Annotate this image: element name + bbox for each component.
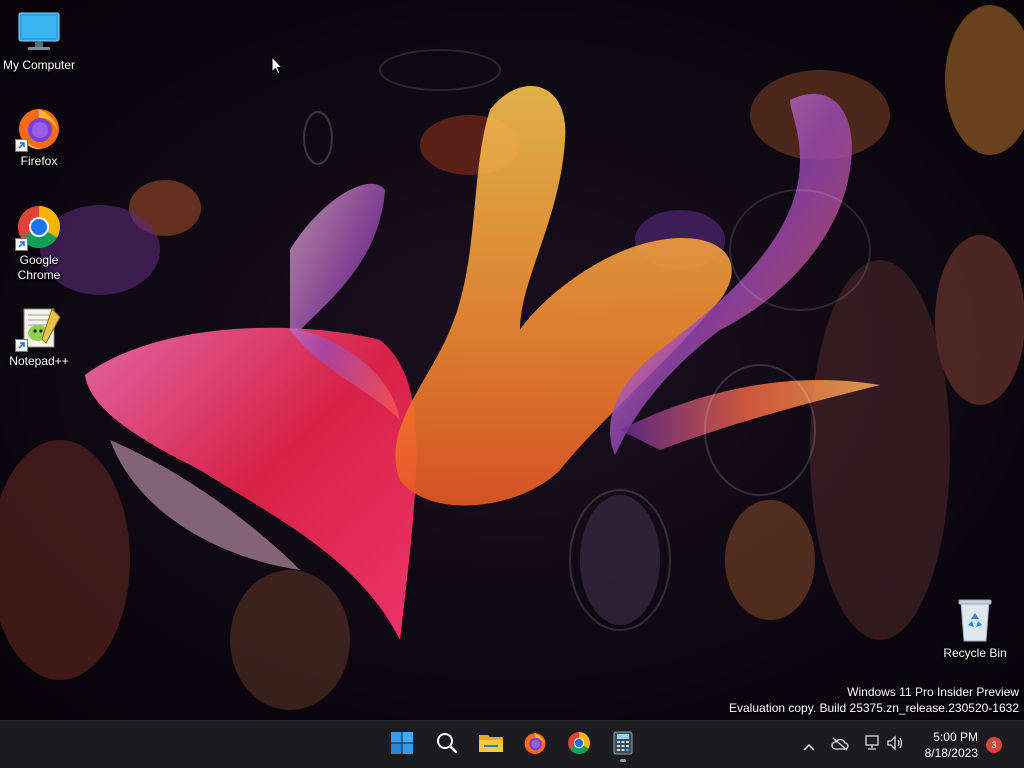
firefox-icon [523,731,547,759]
desktop-wallpaper [0,0,1024,720]
chrome-icon [567,731,591,759]
computer-icon [15,8,63,56]
taskbar: 5:00 PM 8/18/2023 3 [0,720,1024,768]
desktop-icon-recycle-bin[interactable]: Recycle Bin [937,596,1013,661]
taskbar-firefox-button[interactable] [515,725,555,765]
volume-button[interactable] [884,733,906,757]
desktop-icon-firefox[interactable]: Firefox [1,104,77,169]
shortcut-arrow-icon [15,238,28,251]
desktop-icon-notepadpp[interactable]: Notepad++ [1,304,77,369]
clock-button[interactable]: 5:00 PM 8/18/2023 [925,729,978,761]
desktop-icon-my-computer[interactable]: My Computer [1,8,77,73]
desktop-icon-google-chrome[interactable]: Google Chrome [1,203,77,283]
folder-icon [478,732,504,758]
taskbar-search-button[interactable] [427,725,467,765]
clock-date: 8/18/2023 [924,746,978,760]
shortcut-arrow-icon [15,339,28,352]
taskbar-chrome-button[interactable] [559,725,599,765]
taskbar-calculator-button[interactable] [603,725,643,765]
watermark-edition: Windows 11 Pro Insider Preview [847,685,1019,699]
start-button[interactable] [382,725,422,765]
desktop-icon-label: Recycle Bin [943,646,1007,660]
show-hidden-icons-button[interactable] [798,733,820,757]
chevron-up-icon [803,736,815,755]
notification-badge[interactable]: 3 [986,737,1002,753]
desktop-icon-label: Notepad++ [9,354,69,368]
notepadpp-icon [15,304,63,352]
calculator-icon [613,731,633,759]
speaker-icon [886,735,904,755]
windows-start-icon [390,731,414,759]
desktop-icon-label: Firefox [20,154,58,168]
mouse-cursor-icon [271,55,284,79]
onedrive-button[interactable] [829,733,851,757]
running-indicator [620,759,626,762]
network-button[interactable] [861,733,883,757]
desktop-icon-label: My Computer [2,58,76,72]
firefox-icon [15,104,63,152]
shortcut-arrow-icon [15,139,28,152]
clock-time: 5:00 PM [933,730,978,744]
recycle-bin-icon [951,596,999,644]
windows-evaluation-watermark: Windows 11 Pro Insider Preview Evaluatio… [729,684,1019,716]
chrome-icon [15,203,63,251]
search-icon [435,731,459,759]
network-icon [863,735,881,755]
cloud-offline-icon [831,736,849,755]
desktop-icon-label: Google Chrome [17,253,61,282]
watermark-build: Evaluation copy. Build 25375.zn_release.… [729,701,1019,715]
taskbar-file-explorer-button[interactable] [471,725,511,765]
